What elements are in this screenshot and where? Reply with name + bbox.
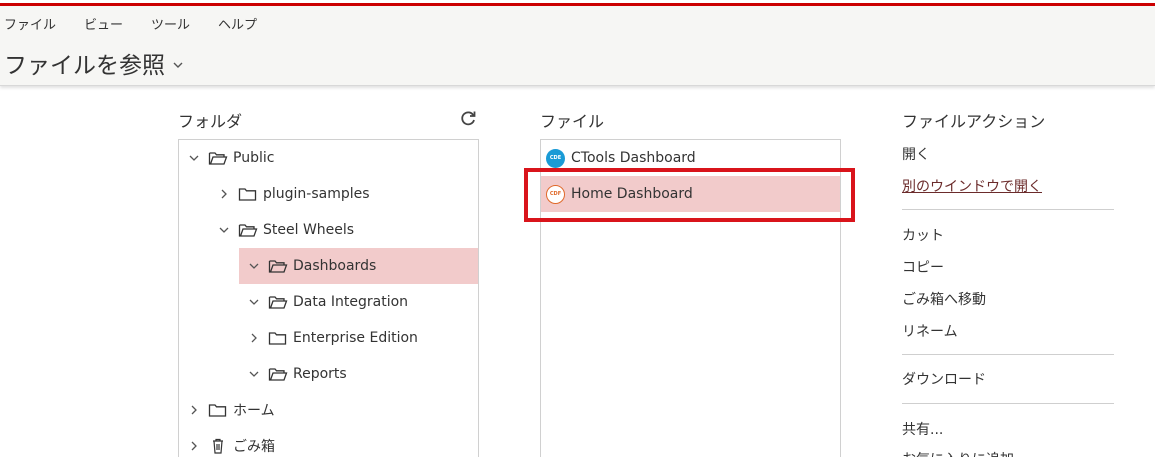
- folders-title: フォルダ: [178, 112, 243, 131]
- chevron-right-icon[interactable]: [218, 188, 230, 200]
- cde-file-icon: CDE: [546, 148, 565, 168]
- tree-item-label: ホーム: [233, 403, 275, 419]
- action-download[interactable]: ダウンロード: [902, 369, 986, 389]
- chevron-right-icon[interactable]: [248, 332, 260, 344]
- page-title: ファイルを参照: [4, 53, 165, 79]
- chevron-down-icon: [173, 62, 183, 68]
- page-title-dropdown[interactable]: ファイルを参照: [4, 46, 185, 80]
- trash-icon: [213, 438, 223, 454]
- tree-item-dashboards[interactable]: Dashboards: [239, 248, 478, 284]
- chevron-down-icon[interactable]: [248, 260, 260, 272]
- chevron-down-icon[interactable]: [218, 224, 230, 236]
- tree-item-enterprise-edition[interactable]: Enterprise Edition: [248, 320, 478, 356]
- chevron-down-icon[interactable]: [248, 296, 260, 308]
- file-item-ctools-dashboard[interactable]: CDE CTools Dashboard: [541, 140, 840, 176]
- action-move-to-trash[interactable]: ごみ箱へ移動: [902, 289, 986, 309]
- tree-item-label: Reports: [293, 366, 347, 382]
- action-copy[interactable]: コピー: [902, 257, 944, 277]
- tree-item-label: plugin-samples: [263, 186, 370, 202]
- action-rename[interactable]: リネーム: [902, 321, 958, 341]
- action-share[interactable]: 共有...: [902, 419, 943, 439]
- app-header: ファイル ビュー ツール ヘルプ ファイルを参照: [0, 6, 1155, 86]
- folder-open-icon: [268, 260, 288, 273]
- tree-item-label: ごみ箱: [233, 439, 275, 455]
- action-cut[interactable]: カット: [902, 225, 944, 245]
- file-item-label: CTools Dashboard: [571, 150, 696, 166]
- tree-item-steel-wheels[interactable]: Steel Wheels: [218, 212, 478, 248]
- actions-divider: [902, 209, 1114, 210]
- action-open-new-window[interactable]: 別のウインドウで開く: [902, 176, 1042, 196]
- folder-open-icon: [268, 368, 288, 381]
- menu-file[interactable]: ファイル: [4, 14, 56, 33]
- file-item-home-dashboard[interactable]: CDF Home Dashboard: [541, 176, 840, 212]
- tree-item-label: Data Integration: [293, 294, 409, 310]
- files-title: ファイル: [540, 112, 605, 131]
- menu-bar: ファイル ビュー ツール ヘルプ: [0, 14, 285, 33]
- chevron-down-icon[interactable]: [188, 152, 200, 164]
- tree-item-trash[interactable]: ごみ箱: [188, 428, 478, 457]
- menu-tools[interactable]: ツール: [151, 14, 190, 33]
- action-open[interactable]: 開く: [902, 144, 930, 164]
- folder-open-icon: [268, 296, 288, 309]
- folder-icon: [238, 188, 257, 201]
- action-add-favorite[interactable]: お気に入りに追加: [902, 449, 1014, 457]
- file-item-label: Home Dashboard: [571, 186, 693, 202]
- tree-item-reports[interactable]: Reports: [248, 356, 478, 392]
- actions-divider: [902, 354, 1114, 355]
- tree-item-public[interactable]: Public: [188, 140, 478, 176]
- tree-item-label: Dashboards: [293, 258, 377, 274]
- folder-open-icon: [238, 224, 258, 237]
- menu-view[interactable]: ビュー: [84, 14, 123, 33]
- tree-item-data-integration[interactable]: Data Integration: [248, 284, 478, 320]
- tree-item-plugin-samples[interactable]: plugin-samples: [218, 176, 478, 212]
- file-actions-title: ファイルアクション: [902, 112, 1046, 131]
- menu-help[interactable]: ヘルプ: [218, 14, 257, 33]
- cdf-file-icon: CDF: [546, 184, 565, 204]
- actions-divider: [902, 403, 1114, 404]
- folder-icon: [268, 332, 287, 345]
- tree-item-label: Enterprise Edition: [293, 330, 418, 346]
- tree-item-label: Public: [233, 150, 275, 166]
- tree-item-label: Steel Wheels: [263, 222, 355, 238]
- chevron-right-icon[interactable]: [188, 440, 200, 452]
- tree-item-home[interactable]: ホーム: [188, 392, 478, 428]
- chevron-right-icon[interactable]: [188, 404, 200, 416]
- refresh-icon[interactable]: [458, 108, 478, 128]
- folder-icon: [208, 404, 227, 417]
- chevron-down-icon[interactable]: [248, 368, 260, 380]
- folder-open-icon: [208, 152, 228, 165]
